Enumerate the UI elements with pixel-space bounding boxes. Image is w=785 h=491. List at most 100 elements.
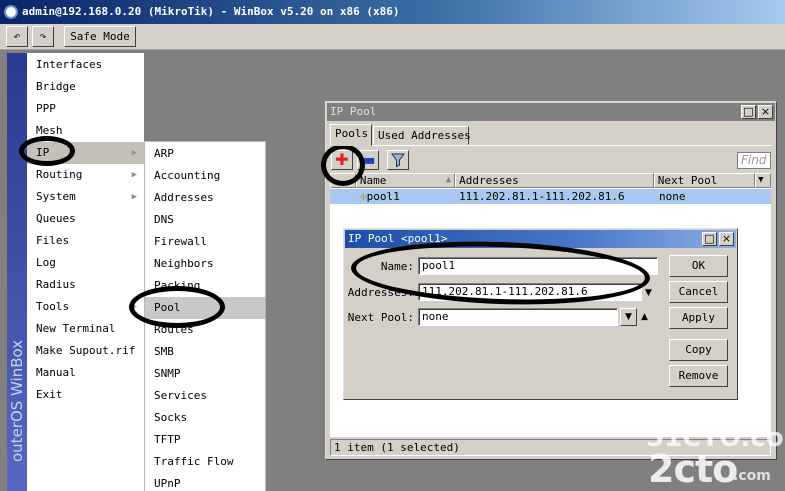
filter-button[interactable] xyxy=(387,150,409,170)
submenu-item-firewall[interactable]: Firewall xyxy=(145,231,265,253)
remove-button[interactable]: Remove xyxy=(669,365,728,387)
next-pool-dropdown-button[interactable]: ▼ xyxy=(620,308,637,326)
submenu-item-dns[interactable]: DNS xyxy=(145,209,265,231)
name-label: Name: xyxy=(380,260,414,273)
dialog-maximize-button[interactable]: □ xyxy=(702,232,717,246)
submenu-arrow-icon: ▶ xyxy=(131,170,137,180)
column-header-addresses[interactable]: Addresses xyxy=(455,173,654,188)
plus-icon: ✚ xyxy=(335,150,349,169)
table-cell-name: ✢pool1 xyxy=(360,190,400,203)
undo-button[interactable]: ↶ xyxy=(6,26,28,47)
addresses-label: Addresses: xyxy=(347,286,414,299)
remove-pool-button[interactable]: ▬ xyxy=(357,150,379,170)
menu-item-make-supout[interactable]: Make Supout.rif xyxy=(27,340,144,362)
undo-icon: ↶ xyxy=(13,29,21,43)
redo-button[interactable]: ↷ xyxy=(32,26,54,47)
column-spacer xyxy=(330,173,356,188)
submenu-item-services[interactable]: Services xyxy=(145,385,265,407)
submenu-item-arp[interactable]: ARP xyxy=(145,143,265,165)
app-title: admin@192.168.0.20 (MikroTik) - WinBox v… xyxy=(22,5,400,18)
submenu-arrow-icon: ▶ xyxy=(131,192,137,202)
column-header-name[interactable]: Name ▲ xyxy=(355,173,456,188)
add-next-pool-arrow-icon[interactable]: ▲ xyxy=(641,312,648,322)
submenu-item-routes[interactable]: Routes xyxy=(145,319,265,341)
column-header-next-pool[interactable]: Next Pool xyxy=(653,173,756,188)
table-cell-next-pool: none xyxy=(659,190,686,203)
submenu-arrow-icon: ▶ xyxy=(131,302,137,312)
menu-item-radius[interactable]: Radius xyxy=(27,274,144,296)
menu-item-ppp[interactable]: PPP xyxy=(27,98,144,120)
pool-edit-dialog: IP Pool <pool1> □ × Name: pool1 Addresse… xyxy=(343,228,738,400)
apply-button[interactable]: Apply xyxy=(669,307,728,329)
redo-icon: ↷ xyxy=(39,29,47,43)
pool-dialog-title: IP Pool <pool1> xyxy=(348,232,448,245)
cancel-button[interactable]: Cancel xyxy=(669,281,728,303)
tab-divider xyxy=(330,145,772,146)
submenu-item-pool[interactable]: Pool xyxy=(145,297,265,319)
table-row[interactable]: ✢pool1 111.202.81.1-111.202.81.6 none xyxy=(330,189,771,204)
submenu-item-addresses[interactable]: Addresses xyxy=(145,187,265,209)
brand-text: outerOS WinBox xyxy=(8,339,26,462)
menu-item-new-terminal[interactable]: New Terminal xyxy=(27,318,144,340)
main-menu: Interfaces Bridge PPP Mesh IP ▶ Routing ▶ … xyxy=(27,53,144,491)
close-icon: × xyxy=(760,105,771,118)
menu-item-queues[interactable]: Queues xyxy=(27,208,144,230)
tab-pools[interactable]: Pools xyxy=(330,124,372,146)
submenu-item-accounting[interactable]: Accounting xyxy=(145,165,265,187)
menu-item-exit[interactable]: Exit xyxy=(27,384,144,406)
menu-item-log[interactable]: Log xyxy=(27,252,144,274)
pool-item-icon: ✢ xyxy=(360,190,367,203)
ip-pool-window-title-bar: IP Pool □ × xyxy=(327,103,775,121)
menu-item-files[interactable]: Files xyxy=(27,230,144,252)
menu-item-mesh[interactable]: Mesh xyxy=(27,120,144,142)
chevron-down-icon: ▼ xyxy=(758,175,764,185)
close-button[interactable]: × xyxy=(758,105,773,119)
remove-address-arrow-icon[interactable]: ▼ xyxy=(645,288,652,298)
maximize-button[interactable]: □ xyxy=(741,105,756,119)
submenu-arrow-icon: ▶ xyxy=(131,148,137,158)
status-bar: 1 item (1 selected) xyxy=(330,439,771,456)
submenu-item-neighbors[interactable]: Neighbors xyxy=(145,253,265,275)
addresses-field[interactable]: 111.202.81.1-111.202.81.6 xyxy=(418,283,642,301)
dialog-close-button[interactable]: × xyxy=(719,232,734,246)
submenu-item-socks[interactable]: Socks xyxy=(145,407,265,429)
safe-mode-button[interactable]: Safe Mode xyxy=(64,26,136,47)
app-title-bar: admin@192.168.0.20 (MikroTik) - WinBox v… xyxy=(0,0,785,24)
maximize-icon: □ xyxy=(704,232,715,245)
menu-item-tools[interactable]: Tools ▶ xyxy=(27,296,144,318)
main-toolbar: ↶ ↷ Safe Mode xyxy=(0,24,785,50)
maximize-icon: □ xyxy=(743,105,754,118)
ok-button[interactable]: OK xyxy=(669,255,728,277)
next-pool-select[interactable]: none xyxy=(418,308,618,326)
find-input[interactable]: Find xyxy=(737,152,771,169)
table-cell-addresses: 111.202.81.1-111.202.81.6 xyxy=(459,190,625,203)
brand-bar: outerOS WinBox xyxy=(7,53,27,491)
menu-item-bridge[interactable]: Bridge xyxy=(27,76,144,98)
copy-button[interactable]: Copy xyxy=(669,339,728,361)
tab-used-addresses[interactable]: Used Addresses xyxy=(373,126,471,145)
ip-pool-window-title: IP Pool xyxy=(330,105,377,118)
menu-item-routing[interactable]: Routing ▶ xyxy=(27,164,144,186)
ip-submenu: ARP Accounting Addresses DNS Firewall Ne… xyxy=(144,141,266,491)
submenu-item-traffic-flow[interactable]: Traffic Flow xyxy=(145,451,265,473)
submenu-item-upnp[interactable]: UPnP xyxy=(145,473,265,491)
next-pool-label: Next Pool: xyxy=(347,311,414,324)
menu-item-manual[interactable]: Manual xyxy=(27,362,144,384)
minus-icon: ▬ xyxy=(360,150,376,169)
column-chooser-button[interactable]: ▼ xyxy=(755,173,772,188)
add-pool-button[interactable]: ✚ xyxy=(331,150,353,170)
dropdown-arrow-icon: ▼ xyxy=(625,312,632,322)
submenu-item-tftp[interactable]: TFTP xyxy=(145,429,265,451)
menu-item-ip[interactable]: IP ▶ xyxy=(27,142,144,164)
sort-asc-icon: ▲ xyxy=(445,175,452,185)
menu-item-system[interactable]: System ▶ xyxy=(27,186,144,208)
winbox-app-icon xyxy=(4,5,18,19)
name-field[interactable]: pool1 xyxy=(418,257,658,275)
submenu-item-smb[interactable]: SMB xyxy=(145,341,265,363)
submenu-item-snmp[interactable]: SNMP xyxy=(145,363,265,385)
filter-icon xyxy=(391,153,405,168)
menu-item-interfaces[interactable]: Interfaces xyxy=(27,54,144,76)
submenu-item-packing[interactable]: Packing xyxy=(145,275,265,297)
pool-table-header: Name ▲ Addresses Next Pool ▼ xyxy=(330,173,772,188)
close-icon: × xyxy=(721,232,732,245)
